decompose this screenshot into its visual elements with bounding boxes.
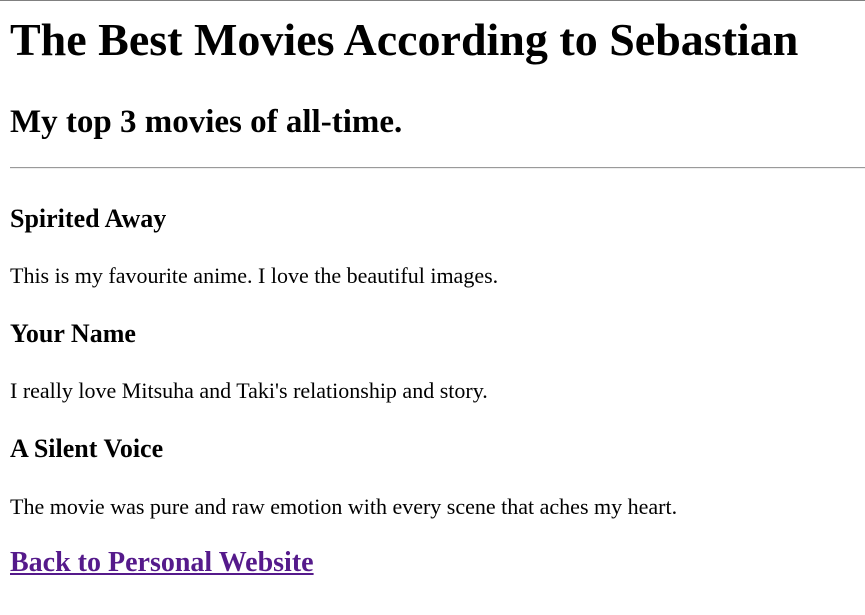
back-to-personal-website-link[interactable]: Back to Personal Website: [10, 549, 314, 577]
movie-description-spirited-away: This is my favourite anime. I love the b…: [10, 263, 499, 288]
movie-title-spirited-away: Spirited Away: [10, 204, 167, 233]
movie-description-your-name: I really love Mitsuha and Taki's relatio…: [10, 378, 488, 403]
movie-title-your-name: Your Name: [10, 319, 136, 348]
page-title: The Best Movies According to Sebastian: [10, 14, 799, 65]
page-subtitle: My top 3 movies of all-time.: [10, 104, 403, 140]
divider: [10, 167, 865, 169]
movie-description-a-silent-voice: The movie was pure and raw emotion with …: [10, 494, 678, 519]
movie-title-a-silent-voice: A Silent Voice: [10, 434, 164, 463]
